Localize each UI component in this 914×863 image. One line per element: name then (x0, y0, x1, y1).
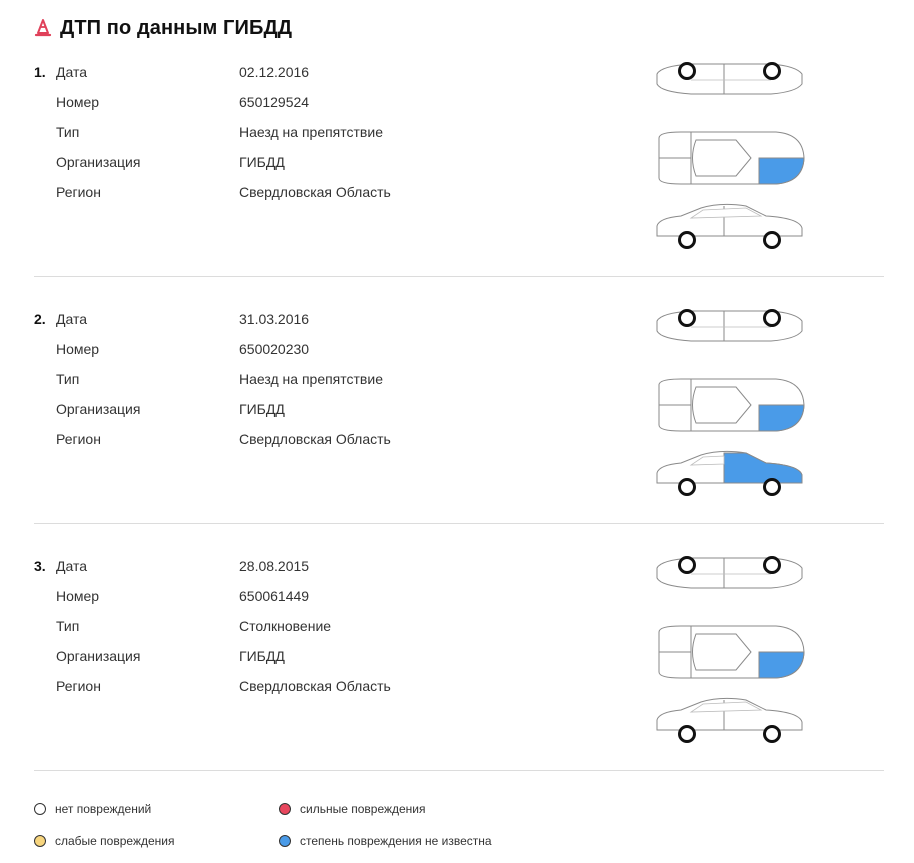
car-bottom-view (656, 556, 803, 589)
field-label-organization: Организация (56, 401, 141, 417)
field-label-region: Регион (56, 431, 101, 447)
field-value-region: Свердловская Область (239, 184, 391, 200)
legend-item-unknown: степень повреждения не известна (279, 834, 492, 848)
legend-label: нет повреждений (55, 802, 152, 816)
field-label-date: Дата (56, 558, 88, 574)
field-value-date: 02.12.2016 (239, 64, 310, 80)
field-value-region: Свердловская Область (239, 431, 391, 447)
field-label-type: Тип (56, 618, 80, 634)
car-top-view (658, 378, 805, 432)
field-label-date: Дата (56, 311, 88, 327)
legend-label: слабые повреждения (55, 834, 175, 848)
circle-icon (279, 803, 291, 815)
field-value-type: Столкновение (239, 618, 332, 634)
accident-record: 1. Дата 02.12.2016 Номер 650129524 Тип Наез… (0, 0, 914, 249)
field-label-type: Тип (56, 371, 80, 387)
circle-icon (279, 835, 291, 847)
field-label-number: Номер (56, 94, 100, 110)
accident-record: 2. Дата 31.03.2016 Номер 650020230 Тип Наез… (0, 247, 914, 496)
circle-icon (34, 835, 46, 847)
field-label-region: Регион (56, 184, 101, 200)
car-side-view (656, 450, 803, 496)
field-label-type: Тип (56, 124, 80, 140)
record-divider (34, 770, 884, 771)
field-label-organization: Организация (56, 648, 141, 664)
legend-item-light: слабые повреждения (34, 834, 174, 848)
field-value-number: 650020230 (239, 341, 310, 357)
field-value-organization: ГИБДД (239, 154, 285, 170)
car-top-view (658, 625, 805, 679)
legend-label: сильные повреждения (300, 802, 426, 816)
legend-label: степень повреждения не известна (300, 834, 492, 848)
legend-item-none: нет повреждений (34, 802, 151, 816)
field-label-region: Регион (56, 678, 101, 694)
record-number: 3. (34, 558, 46, 574)
field-value-organization: ГИБДД (239, 401, 285, 417)
field-value-date: 28.08.2015 (239, 558, 310, 574)
field-label-number: Номер (56, 341, 100, 357)
car-side-view (656, 203, 803, 249)
car-top-view (658, 131, 805, 185)
field-value-number: 650129524 (239, 94, 310, 110)
circle-icon (34, 803, 46, 815)
field-label-date: Дата (56, 64, 88, 80)
car-side-view (656, 697, 803, 743)
field-value-organization: ГИБДД (239, 648, 285, 664)
record-number: 1. (34, 64, 46, 80)
field-label-number: Номер (56, 588, 100, 604)
accident-record: 3. Дата 28.08.2015 Номер 650061449 Тип Стол… (0, 494, 914, 743)
car-bottom-view (656, 62, 803, 95)
legend-item-severe: сильные повреждения (279, 802, 426, 816)
field-value-type: Наезд на препятствие (239, 371, 383, 387)
record-number: 2. (34, 311, 46, 327)
field-value-number: 650061449 (239, 588, 310, 604)
field-value-type: Наезд на препятствие (239, 124, 383, 140)
field-label-organization: Организация (56, 154, 141, 170)
car-bottom-view (656, 309, 803, 342)
field-value-date: 31.03.2016 (239, 311, 310, 327)
field-value-region: Свердловская Область (239, 678, 391, 694)
damage-legend: нет повреждений сильные повреждения слаб… (34, 802, 884, 862)
